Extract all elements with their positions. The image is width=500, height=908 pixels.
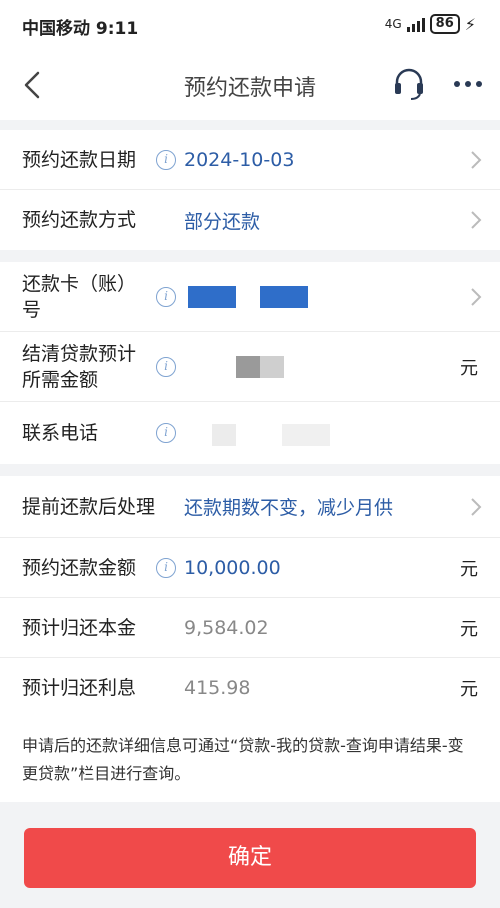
signal-icon bbox=[406, 16, 425, 32]
settle-amount-row: 结清贷款预计所需金额 i 元 bbox=[0, 332, 500, 402]
chevron-right-icon bbox=[471, 150, 482, 169]
bottom-bar: 确定 bbox=[0, 808, 500, 908]
repayment-date-row[interactable]: 预约还款日期 i 2024-10-03 bbox=[0, 130, 500, 190]
masked-phone bbox=[212, 424, 236, 446]
principal-unit: 元 bbox=[460, 618, 478, 640]
status-carrier: 中国移动 9:11 bbox=[22, 19, 139, 39]
more-icon[interactable] bbox=[452, 72, 484, 96]
nav-bar: 预约还款申请 bbox=[0, 50, 500, 120]
masked-amount bbox=[236, 356, 260, 378]
repayment-method-row[interactable]: 预约还款方式 部分还款 bbox=[0, 190, 500, 250]
repayment-method-label: 预约还款方式 bbox=[22, 209, 137, 231]
card-row[interactable]: 还款卡（账）号 i bbox=[0, 262, 500, 332]
phone-row: 联系电话 i bbox=[0, 402, 500, 464]
after-processing-label: 提前还款后处理 bbox=[22, 495, 156, 518]
chevron-right-icon bbox=[471, 497, 482, 516]
card-label: 还款卡（账）号 bbox=[22, 272, 137, 321]
masked-phone bbox=[282, 424, 330, 446]
principal-row: 预计归还本金 9,584.02 元 bbox=[0, 598, 500, 658]
info-icon[interactable]: i bbox=[156, 423, 176, 443]
notice-text: 申请后的还款详细信息可通过“贷款-我的贷款-查询申请结果-变更贷款”栏目进行查询… bbox=[0, 718, 500, 802]
phone-label: 联系电话 bbox=[22, 422, 99, 444]
repayment-method-value: 部分还款 bbox=[184, 210, 261, 233]
masked-amount bbox=[260, 356, 284, 378]
confirm-button[interactable]: 确定 bbox=[24, 828, 476, 888]
account-section: 还款卡（账）号 i 结清贷款预计所需金额 i 元 联系电话 i bbox=[0, 262, 500, 464]
repayment-section: 预约还款日期 i 2024-10-03 预约还款方式 部分还款 bbox=[0, 130, 500, 250]
after-processing-value: 还款期数不变，减少月供 bbox=[184, 497, 394, 519]
info-icon[interactable]: i bbox=[156, 150, 176, 170]
settle-amount-label: 结清贷款预计所需金额 bbox=[22, 342, 137, 391]
info-icon[interactable]: i bbox=[156, 287, 176, 307]
battery-icon: 86 bbox=[429, 14, 460, 34]
network-label: 4G bbox=[384, 17, 402, 31]
customer-service-icon[interactable] bbox=[392, 66, 426, 102]
repayment-date-label: 预约还款日期 bbox=[22, 148, 137, 171]
status-bar: 中国移动 9:11 4G 86 ⚡ bbox=[0, 0, 500, 50]
repayment-date-value: 2024-10-03 bbox=[184, 148, 295, 171]
masked-card-number bbox=[188, 286, 236, 308]
repay-amount-value[interactable]: 10,000.00 bbox=[184, 557, 281, 579]
settle-amount-unit: 元 bbox=[460, 357, 478, 379]
chevron-right-icon bbox=[471, 287, 482, 306]
interest-label: 预计归还利息 bbox=[22, 677, 137, 699]
repay-amount-unit: 元 bbox=[460, 558, 478, 580]
info-icon[interactable]: i bbox=[156, 357, 176, 377]
principal-label: 预计归还本金 bbox=[22, 616, 137, 639]
masked-card-number bbox=[260, 286, 308, 308]
repay-amount-label: 预约还款金额 bbox=[22, 556, 137, 579]
repay-amount-row[interactable]: 预约还款金额 i 10,000.00 元 bbox=[0, 538, 500, 598]
plan-section: 提前还款后处理 还款期数不变，减少月供 预约还款金额 i 10,000.00 元… bbox=[0, 476, 500, 718]
after-processing-row[interactable]: 提前还款后处理 还款期数不变，减少月供 bbox=[0, 476, 500, 538]
principal-value: 9,584.02 bbox=[184, 616, 269, 639]
interest-value: 415.98 bbox=[184, 677, 251, 699]
status-icons: 4G 86 ⚡ bbox=[385, 14, 476, 34]
interest-unit: 元 bbox=[460, 679, 478, 700]
charging-icon: ⚡ bbox=[464, 14, 476, 34]
interest-row: 预计归还利息 415.98 元 bbox=[0, 658, 500, 718]
info-icon[interactable]: i bbox=[156, 558, 176, 578]
chevron-right-icon bbox=[471, 211, 482, 229]
